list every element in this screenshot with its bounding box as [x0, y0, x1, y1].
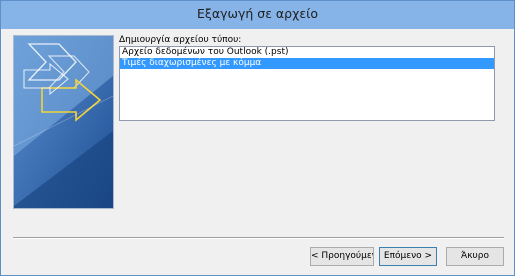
export-wizard-graphic: [13, 35, 114, 209]
dialog-title: Εξαγωγή σε αρχείο: [197, 6, 318, 21]
export-to-file-dialog: Εξαγωγή σε αρχείο Δημιουργία αρχείου τύπ…: [0, 0, 515, 276]
export-arrows-icon: [14, 36, 113, 208]
list-item[interactable]: Αρχείο δεδομένων του Outlook (.pst): [120, 47, 494, 58]
next-button[interactable]: Επόμενο >: [379, 247, 437, 266]
cancel-button[interactable]: Άκυρο: [446, 247, 504, 266]
list-item[interactable]: Τιμές διαχωρισμένες με κόμμα: [120, 58, 494, 69]
back-button[interactable]: < Προηγούμενο: [310, 247, 374, 266]
file-type-list[interactable]: Αρχείο δεδομένων του Outlook (.pst) Τιμέ…: [119, 46, 495, 121]
title-bar[interactable]: Εξαγωγή σε αρχείο: [1, 1, 514, 29]
file-type-label: Δημιουργία αρχείου τύπου:: [119, 35, 242, 45]
button-separator: [13, 237, 504, 239]
